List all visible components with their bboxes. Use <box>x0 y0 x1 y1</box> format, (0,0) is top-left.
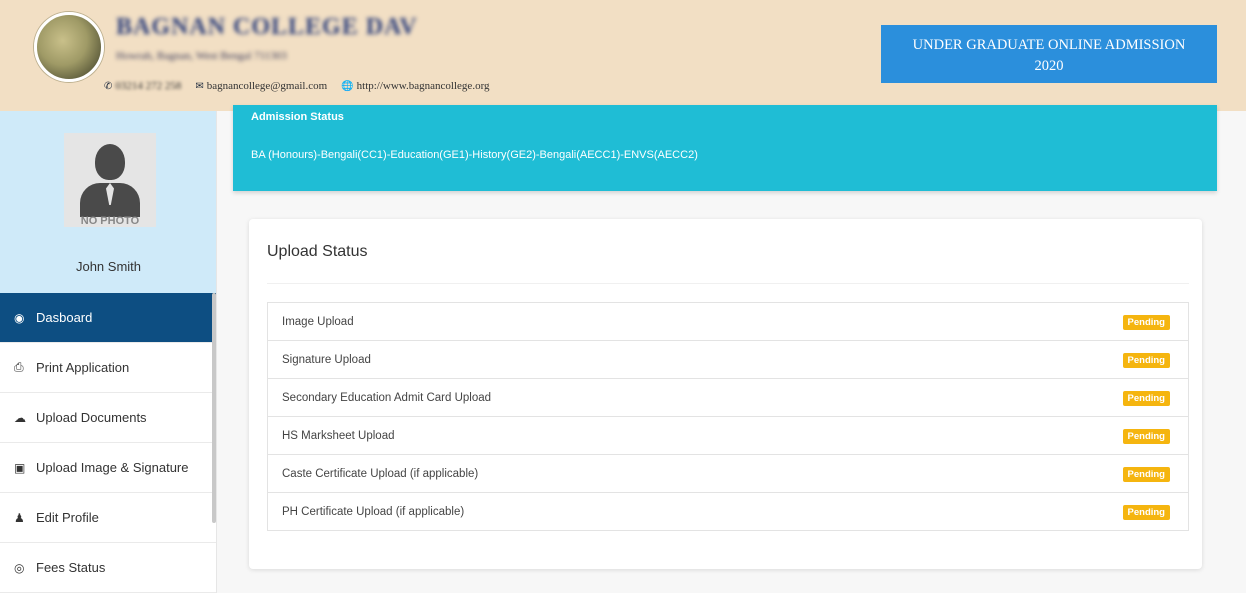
email-address[interactable]: bagnancollege@gmail.com <box>207 80 327 92</box>
admission-banner: UNDER GRADUATE ONLINE ADMISSION 2020 <box>881 25 1217 83</box>
status-badge: Pending <box>1122 505 1170 520</box>
list-item: Image Upload Pending <box>268 303 1188 341</box>
print-icon: ⎙ <box>14 360 24 374</box>
list-item: Caste Certificate Upload (if applicable)… <box>268 455 1188 493</box>
dashboard-icon: ◉ <box>14 310 25 325</box>
website-url[interactable]: http://www.bagnancollege.org <box>357 80 490 92</box>
status-badge: Pending <box>1122 429 1170 444</box>
phone-number: 03214 272 258 <box>115 80 182 92</box>
user-icon: ♟ <box>14 510 25 525</box>
status-badge: Pending <box>1122 467 1170 482</box>
site-header: BAGNAN COLLEGE DAV Howrah, Bagnan, West … <box>0 0 1246 111</box>
no-photo-label: NO PHOTO <box>80 215 140 227</box>
list-item: Signature Upload Pending <box>268 341 1188 379</box>
sidebar-scrollbar[interactable] <box>212 293 216 523</box>
email-contact[interactable]: ✉ bagnancollege@gmail.com <box>195 80 327 92</box>
envelope-icon: ✉ <box>195 80 204 92</box>
upload-item-label: Image Upload <box>282 315 354 328</box>
avatar <box>64 133 156 227</box>
divider <box>267 283 1189 284</box>
admission-status-card: Admission Status BA (Honours)-Bengali(CC… <box>233 105 1217 191</box>
sidebar-item-print-application[interactable]: ⎙ Print Application <box>0 343 216 393</box>
upload-item-label: Caste Certificate Upload (if applicable) <box>282 467 479 480</box>
cloud-upload-icon: ☁ <box>14 410 26 425</box>
user-name: John Smith <box>75 259 142 274</box>
contact-row: ✆ 03214 272 258 ✉ bagnancollege@gmail.co… <box>104 80 504 92</box>
sidebar-item-label: Fees Status <box>36 560 106 575</box>
upload-item-label: HS Marksheet Upload <box>282 429 395 442</box>
admission-banner-year: 2020 <box>1034 58 1064 74</box>
sidebar-item-edit-profile[interactable]: ♟ Edit Profile <box>0 493 216 543</box>
upload-item-label: Signature Upload <box>282 353 371 366</box>
avatar-head-icon <box>95 144 125 180</box>
phone-icon: ✆ <box>104 80 113 92</box>
phone-contact: ✆ 03214 272 258 <box>104 80 181 92</box>
sidebar-item-upload-image-signature[interactable]: ▣ Upload Image & Signature <box>0 443 216 493</box>
sidebar-item-fees-status[interactable]: ◎ Fees Status <box>0 543 216 593</box>
website-contact[interactable]: 🌐 http://www.bagnancollege.org <box>341 80 489 92</box>
globe-icon: 🌐 <box>341 80 354 92</box>
upload-item-label: Secondary Education Admit Card Upload <box>282 391 492 404</box>
list-item: Secondary Education Admit Card Upload Pe… <box>268 379 1188 417</box>
image-icon: ▣ <box>14 460 26 475</box>
status-badge: Pending <box>1122 353 1170 368</box>
college-name: BAGNAN COLLEGE DAV <box>116 14 418 40</box>
college-address: Howrah, Bagnan, West Bengal 711303 <box>116 50 287 62</box>
list-item: PH Certificate Upload (if applicable) Pe… <box>268 493 1188 531</box>
sidebar-item-label: Dasboard <box>36 310 93 325</box>
upload-status-panel: Upload Status Image Upload Pending Signa… <box>249 219 1202 569</box>
sidebar: NO PHOTO John Smith ◉ Dasboard ⎙ Print A… <box>0 111 217 593</box>
sidebar-item-upload-documents[interactable]: ☁ Upload Documents <box>0 393 216 443</box>
sidebar-item-label: Edit Profile <box>36 510 99 525</box>
admission-course: BA (Honours)-Bengali(CC1)-Education(GE1)… <box>251 149 698 161</box>
upload-status-list: Image Upload Pending Signature Upload Pe… <box>267 302 1189 531</box>
status-badge: Pending <box>1122 315 1170 330</box>
status-badge: Pending <box>1122 391 1170 406</box>
admission-status-title: Admission Status <box>251 111 344 123</box>
profile-card: NO PHOTO John Smith <box>0 111 216 293</box>
college-logo <box>34 12 104 82</box>
admission-banner-title: UNDER GRADUATE ONLINE ADMISSION <box>912 37 1186 53</box>
eye-icon: ◎ <box>14 560 25 575</box>
sidebar-item-label: Print Application <box>36 360 130 375</box>
upload-item-label: PH Certificate Upload (if applicable) <box>282 505 465 518</box>
upload-status-title: Upload Status <box>267 243 368 260</box>
sidebar-item-label: Upload Documents <box>36 410 147 425</box>
sidebar-item-label: Upload Image & Signature <box>36 460 189 475</box>
sidebar-item-dashboard[interactable]: ◉ Dasboard <box>0 293 216 343</box>
list-item: HS Marksheet Upload Pending <box>268 417 1188 455</box>
